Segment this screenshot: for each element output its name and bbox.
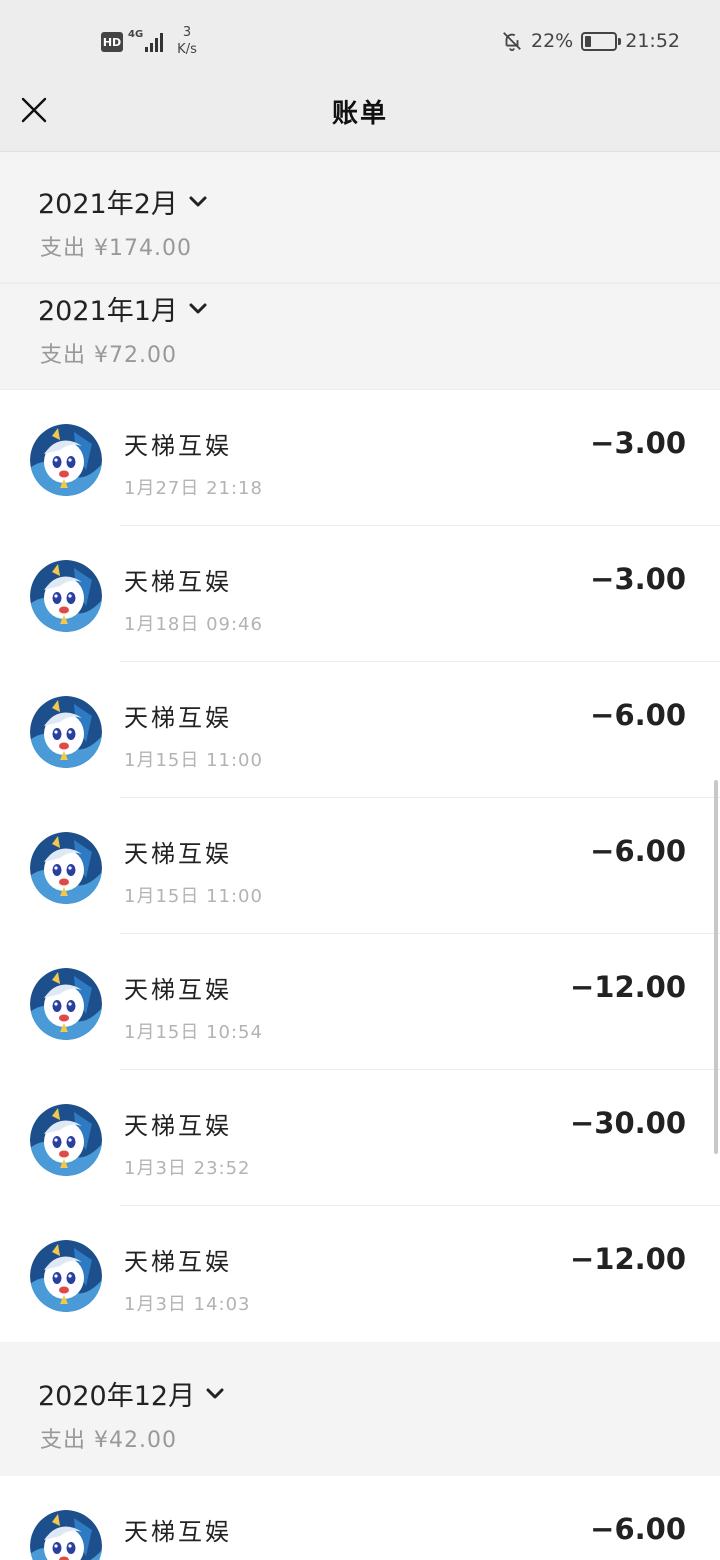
- page-title: 账单: [331, 99, 388, 129]
- status-bar: HD 4G 3 K/s 22% 21:52: [0, 0, 720, 84]
- battery-percent: 22%: [531, 30, 574, 52]
- month-selector[interactable]: 2021年2月: [38, 182, 208, 221]
- chevron-down-icon: [189, 196, 207, 206]
- month-selector[interactable]: 2020年12月: [38, 1374, 225, 1413]
- transaction-amount: −3.00: [590, 562, 686, 596]
- month-header-2021-02[interactable]: 2021年2月 支出 ¥174.00: [0, 152, 720, 282]
- month-expense-summary: 支出 ¥72.00: [40, 343, 177, 368]
- chevron-down-icon: [189, 303, 207, 313]
- merchant-avatar: [30, 424, 102, 496]
- merchant-name: 天梯互娱: [124, 1112, 232, 1140]
- transaction-time: 1月3日 14:03: [124, 1294, 251, 1315]
- battery-level: [585, 35, 592, 47]
- transaction-amount: −6.00: [590, 1512, 686, 1546]
- chevron-down-icon: [206, 1388, 224, 1398]
- merchant-avatar: [30, 968, 102, 1040]
- transaction-amount: −12.00: [569, 1242, 686, 1276]
- merchant-name: 天梯互娱: [124, 704, 232, 732]
- status-right: 22% 21:52: [501, 30, 680, 52]
- transaction-row[interactable]: 天梯互娱 1月3日 23:52 −30.00: [0, 1070, 720, 1206]
- transaction-row[interactable]: 天梯互娱 1月3日 14:03 −12.00: [0, 1206, 720, 1342]
- merchant-name: 天梯互娱: [124, 976, 232, 1004]
- merchant-avatar: [30, 1510, 102, 1560]
- clock: 21:52: [625, 30, 680, 52]
- merchant-name: 天梯互娱: [124, 1518, 232, 1546]
- network-type: 4G: [128, 29, 144, 40]
- transaction-amount: −6.00: [590, 698, 686, 732]
- speed-unit: K/s: [177, 42, 197, 57]
- scrollbar[interactable]: [714, 780, 718, 1154]
- month-expense-summary: 支出 ¥174.00: [40, 236, 192, 261]
- month-label: 2020年12月: [38, 1381, 196, 1412]
- month-label: 2021年2月: [38, 189, 178, 220]
- merchant-name: 天梯互娱: [124, 568, 232, 596]
- transaction-amount: −12.00: [569, 970, 686, 1004]
- nav-bar: 账单: [0, 84, 720, 152]
- bell-off-icon: [503, 32, 521, 52]
- transaction-time: 1月15日 11:00: [124, 886, 263, 907]
- transaction-row[interactable]: 天梯互娱 1月15日 10:54 −12.00: [0, 934, 720, 1070]
- transaction-row[interactable]: 天梯互娱 1月18日 09:46 −3.00: [0, 526, 720, 662]
- merchant-avatar: [30, 1104, 102, 1176]
- hd-badge: HD: [101, 32, 123, 52]
- transaction-time: 1月18日 09:46: [124, 614, 263, 635]
- transaction-row[interactable]: 天梯互娱 1月15日 11:00 −6.00: [0, 662, 720, 798]
- merchant-avatar: [30, 560, 102, 632]
- transaction-amount: −6.00: [590, 834, 686, 868]
- month-header-2020-12[interactable]: 2020年12月 支出 ¥42.00: [0, 1342, 720, 1476]
- transaction-row[interactable]: 天梯互娱 −6.00: [0, 1476, 720, 1560]
- month-header-2021-01[interactable]: 2021年1月 支出 ¥72.00: [0, 283, 720, 389]
- transaction-time: 1月27日 21:18: [124, 478, 263, 499]
- status-left: HD 4G 3 K/s: [101, 25, 197, 58]
- transaction-row[interactable]: 天梯互娱 1月15日 11:00 −6.00: [0, 798, 720, 934]
- transaction-time: 1月15日 11:00: [124, 750, 263, 771]
- merchant-name: 天梯互娱: [124, 432, 232, 460]
- speed-value: 3: [182, 25, 192, 40]
- merchant-avatar: [30, 696, 102, 768]
- month-expense-summary: 支出 ¥42.00: [40, 1428, 177, 1453]
- month-selector[interactable]: 2021年1月: [38, 289, 208, 328]
- merchant-name: 天梯互娱: [124, 1248, 232, 1276]
- transaction-time: 1月15日 10:54: [124, 1022, 263, 1043]
- merchant-avatar: [30, 832, 102, 904]
- battery-icon: [581, 31, 622, 51]
- transaction-time: 1月3日 23:52: [124, 1158, 251, 1179]
- network-speed: 3 K/s: [177, 24, 197, 58]
- merchant-name: 天梯互娱: [124, 840, 232, 868]
- month-label: 2021年1月: [38, 296, 178, 327]
- transaction-amount: −3.00: [590, 426, 686, 460]
- transaction-row[interactable]: 天梯互娱 1月27日 21:18 −3.00: [0, 390, 720, 526]
- transaction-amount: −30.00: [569, 1106, 686, 1140]
- merchant-avatar: [30, 1240, 102, 1312]
- signal-icon: [145, 30, 164, 52]
